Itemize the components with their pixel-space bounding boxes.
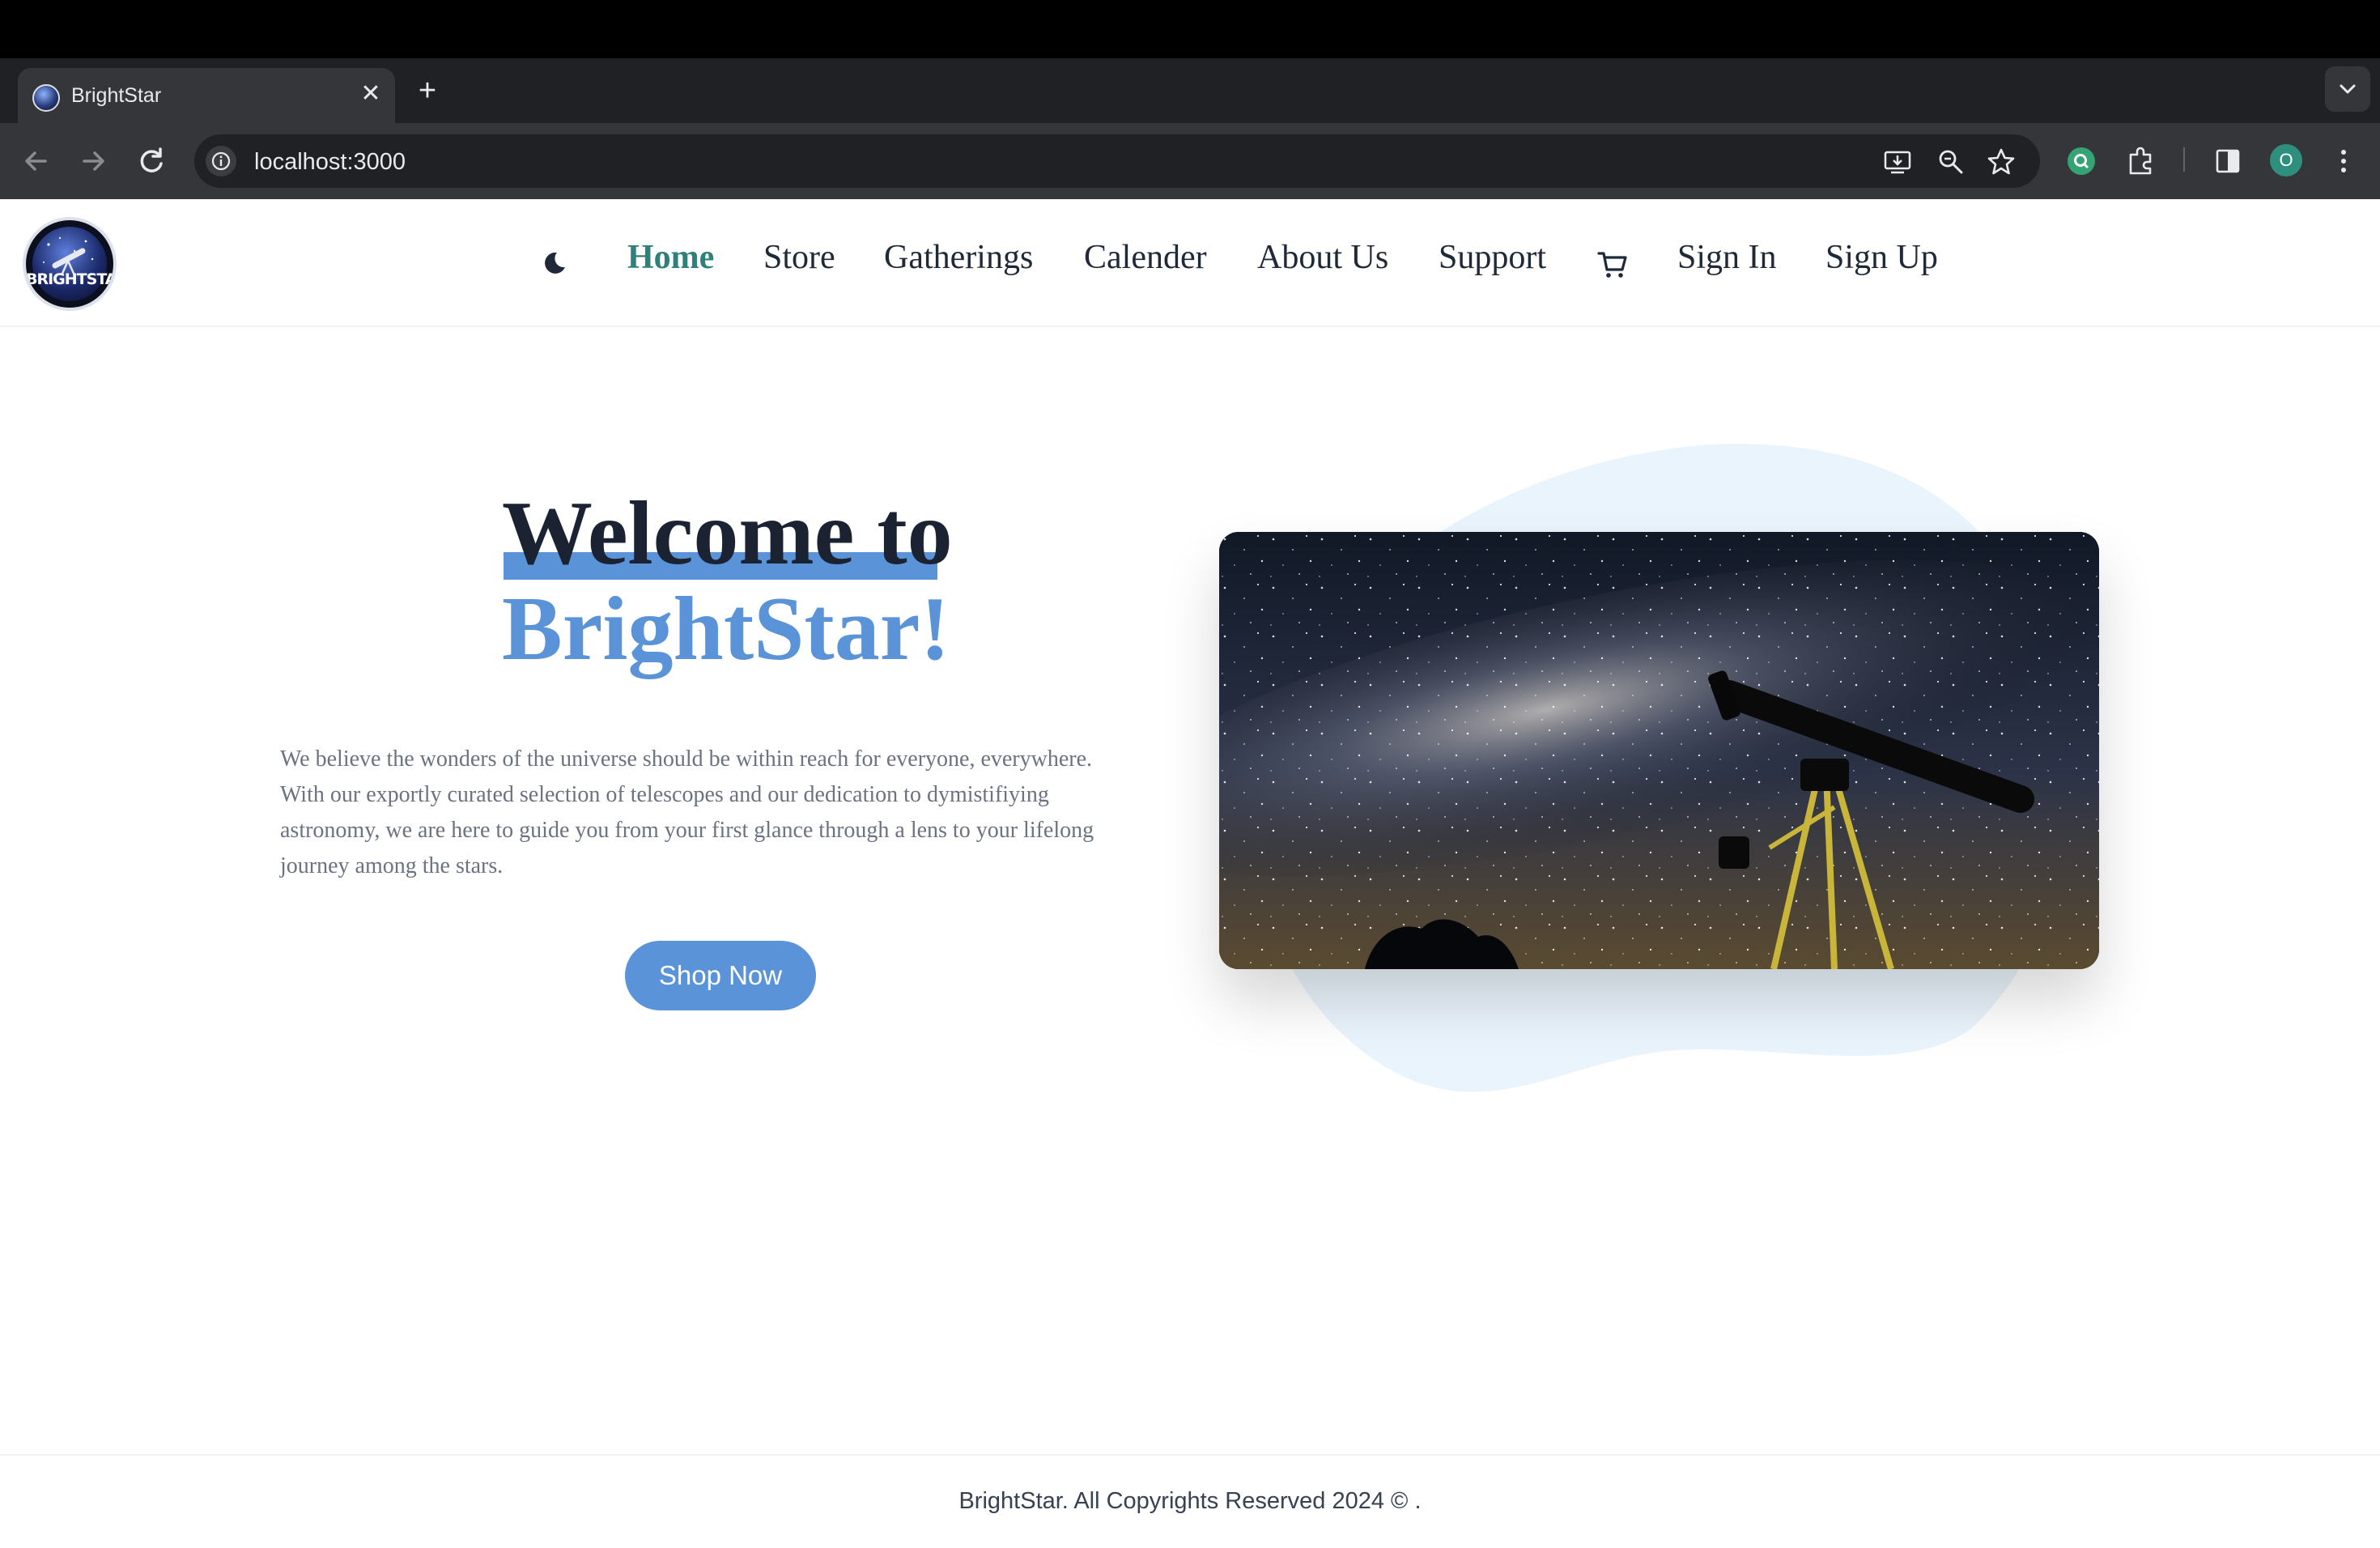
site-navbar: BRIGHTSTAR Home Store Gatherings Calende… bbox=[0, 199, 2380, 327]
nav-about-us[interactable]: About Us bbox=[1257, 238, 1388, 277]
url-text: localhost:3000 bbox=[254, 149, 406, 175]
footer-copyright: BrightStar. All Copyrights Reserved 2024… bbox=[958, 1488, 1422, 1514]
sign-up-link[interactable]: Sign Up bbox=[1825, 238, 1938, 277]
os-menu-bar bbox=[0, 0, 2380, 58]
side-panel-icon[interactable] bbox=[2209, 142, 2246, 180]
install-app-icon[interactable] bbox=[1883, 147, 1912, 176]
nav-home[interactable]: Home bbox=[627, 238, 714, 277]
telescope-night-sky-image bbox=[1219, 532, 2099, 969]
bookmark-star-icon[interactable] bbox=[1987, 147, 2016, 176]
reload-icon[interactable] bbox=[134, 144, 168, 178]
sign-in-link[interactable]: Sign In bbox=[1677, 238, 1777, 277]
browser-tab[interactable]: BrightStar ✕ bbox=[18, 68, 395, 123]
extensions-puzzle-icon[interactable] bbox=[2123, 142, 2160, 180]
profile-avatar[interactable]: O bbox=[2270, 144, 2302, 176]
zoom-icon[interactable] bbox=[1936, 147, 1966, 176]
tab-title: BrightStar bbox=[71, 84, 162, 107]
nav-store[interactable]: Store bbox=[763, 238, 835, 277]
nav-gatherings[interactable]: Gatherings bbox=[884, 238, 1033, 277]
browser-toolbar: localhost:3000 bbox=[0, 123, 2380, 199]
extension-search-icon[interactable] bbox=[2063, 142, 2100, 180]
nav-calender[interactable]: Calender bbox=[1084, 238, 1207, 277]
chevron-down-icon bbox=[2340, 84, 2356, 94]
hero-title: Welcome to BrightStar! bbox=[502, 486, 953, 677]
nav-support[interactable]: Support bbox=[1439, 238, 1546, 277]
address-bar[interactable]: localhost:3000 bbox=[194, 134, 2040, 188]
shop-now-button[interactable]: Shop Now bbox=[625, 941, 816, 1010]
site-info-icon[interactable] bbox=[206, 146, 236, 176]
moon-icon[interactable] bbox=[541, 249, 568, 277]
toolbar-divider bbox=[2183, 147, 2185, 172]
site-footer: BrightStar. All Copyrights Reserved 2024… bbox=[0, 1454, 2380, 1548]
hero-description: We believe the wonders of the universe s… bbox=[280, 746, 1094, 878]
cart-icon[interactable] bbox=[1596, 248, 1629, 280]
hero-title-line-1: Welcome to bbox=[502, 483, 953, 584]
browser-tab-strip: BrightStar ✕ + bbox=[0, 58, 2380, 123]
close-tab-icon[interactable]: ✕ bbox=[356, 79, 385, 108]
back-icon[interactable] bbox=[19, 144, 53, 178]
hero-title-line-2: BrightStar! bbox=[502, 579, 950, 679]
more-options-icon[interactable] bbox=[2325, 142, 2362, 180]
nav-menu: Home Store Gatherings Calender About Us … bbox=[0, 199, 2380, 327]
favicon-icon bbox=[32, 84, 60, 112]
tab-search-button[interactable] bbox=[2325, 66, 2370, 112]
forward-icon[interactable] bbox=[76, 144, 110, 178]
new-tab-icon[interactable]: + bbox=[411, 74, 444, 107]
